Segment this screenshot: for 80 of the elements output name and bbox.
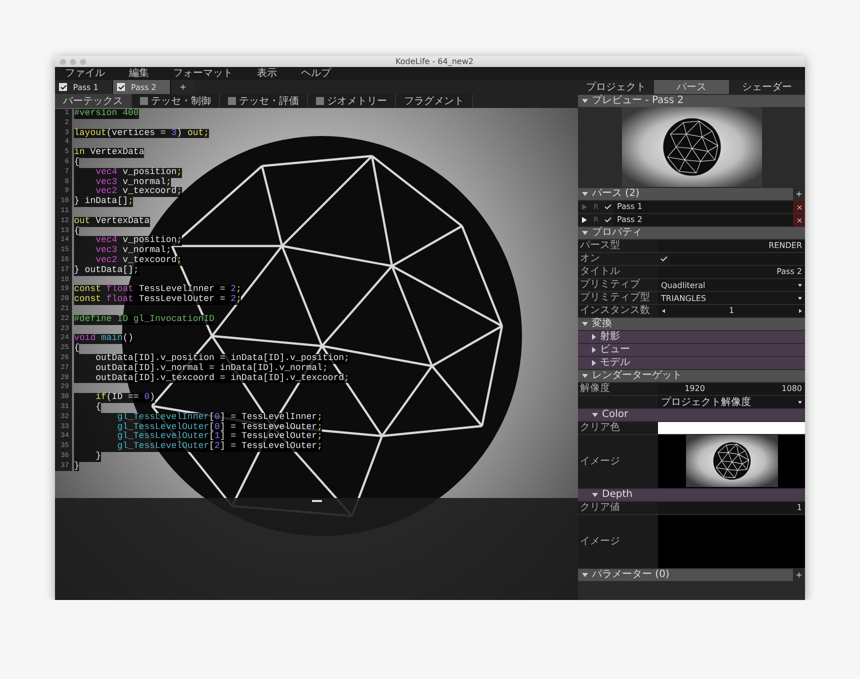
caret-icon <box>798 284 802 286</box>
height-value[interactable]: 1080 <box>732 383 805 395</box>
menu-item[interactable]: 表示 <box>257 67 277 80</box>
section-header[interactable]: プレビュー - Pass 2 <box>578 94 805 107</box>
delete-button[interactable] <box>793 201 805 213</box>
shader-stage-tab[interactable]: テッセ・評価 <box>220 94 308 108</box>
property-label: パース型 <box>579 240 621 252</box>
color-swatch[interactable] <box>658 422 805 434</box>
property-label: プリミティブ <box>579 279 641 291</box>
pass-name[interactable]: Pass 2 <box>614 214 793 226</box>
disclosure-icon <box>592 493 598 497</box>
disclosure-icon <box>582 99 588 103</box>
section-header[interactable]: 変換 <box>578 317 805 330</box>
property-label: クリア値 <box>579 502 621 514</box>
checkbox[interactable] <box>59 83 67 91</box>
disclosure-icon <box>592 413 598 417</box>
property-label: タイトル <box>579 266 621 278</box>
menu-item[interactable]: 編集 <box>129 67 149 80</box>
property-value[interactable]: RENDER <box>658 240 805 252</box>
section-header[interactable]: プロパティ <box>578 226 805 239</box>
section-header[interactable]: Color <box>578 408 805 421</box>
disclosure-icon <box>582 573 588 577</box>
delete-button[interactable] <box>793 214 805 226</box>
disclosure-icon <box>582 322 588 326</box>
shader-stage-tab[interactable]: フラグメント <box>396 94 473 108</box>
property-value[interactable]: Pass 2 <box>658 266 805 278</box>
section-header[interactable]: モデル <box>578 356 805 369</box>
property-label: オン <box>579 253 601 265</box>
section-header[interactable]: パラメーター (0) <box>578 568 805 581</box>
dropdown[interactable]: TRIANGLES <box>658 292 805 304</box>
plus-icon <box>179 83 187 91</box>
section-header[interactable]: ビュー <box>578 343 805 356</box>
checkbox[interactable] <box>117 83 125 91</box>
disclosure-icon <box>582 231 588 235</box>
checkbox[interactable] <box>140 97 148 105</box>
menu-item[interactable]: フォーマット <box>173 67 233 80</box>
disclosure-icon <box>582 374 588 378</box>
pass-tab[interactable]: Pass 1 <box>55 80 113 94</box>
resize-handle[interactable] <box>312 500 322 502</box>
section-header[interactable]: 射影 <box>578 330 805 343</box>
shader-stage-tab[interactable]: ジオメトリー <box>308 94 396 108</box>
play-icon[interactable] <box>582 217 586 223</box>
panel-tab[interactable]: プロジェクト <box>578 80 654 94</box>
check-icon <box>660 255 668 263</box>
property-label: インスタンス数 <box>579 305 651 317</box>
dropdown[interactable]: Quadliteral <box>658 279 805 291</box>
shader-stage-tab[interactable]: バーテックス <box>55 94 132 108</box>
add-tab-button[interactable] <box>171 80 195 94</box>
pass-name[interactable]: Pass 1 <box>614 201 793 213</box>
section-header[interactable]: Depth <box>578 488 805 501</box>
property-label: 解像度 <box>579 383 611 395</box>
add-button[interactable] <box>793 188 805 200</box>
checkbox[interactable] <box>228 97 236 105</box>
width-value[interactable]: 1920 <box>658 383 732 395</box>
check-icon <box>60 84 66 90</box>
menu-item[interactable]: ファイル <box>65 67 105 80</box>
property-label: プリミティブ型 <box>579 292 651 304</box>
plus-icon <box>795 571 803 579</box>
window-title: KodeLife - 64_new2 <box>394 57 474 66</box>
property-label: イメージ <box>579 456 621 468</box>
caret-icon <box>798 400 802 404</box>
check-icon <box>118 84 124 90</box>
section-header[interactable]: パース (2) <box>578 187 805 200</box>
property-label: クリア色 <box>579 422 621 434</box>
plus-icon <box>795 190 803 198</box>
add-button[interactable] <box>793 569 805 581</box>
property-label: イメージ <box>579 536 621 548</box>
disclosure-icon <box>582 192 588 196</box>
close-icon <box>796 216 802 224</box>
panel-tab[interactable]: パース <box>654 80 730 94</box>
panel-tab[interactable]: シェーダー <box>729 80 806 94</box>
close-icon <box>796 204 802 210</box>
menu-item[interactable]: ヘルプ <box>301 67 331 80</box>
shader-stage-tab[interactable]: テッセ・制御 <box>132 94 220 108</box>
dropdown[interactable]: プロジェクト解像度 <box>658 396 805 408</box>
caret-icon <box>798 296 802 300</box>
pass-tab[interactable]: Pass 2 <box>113 80 171 94</box>
property-value[interactable]: 1 <box>658 502 805 514</box>
section-header[interactable]: レンダーターゲット <box>578 369 805 382</box>
checkbox[interactable] <box>316 97 324 105</box>
